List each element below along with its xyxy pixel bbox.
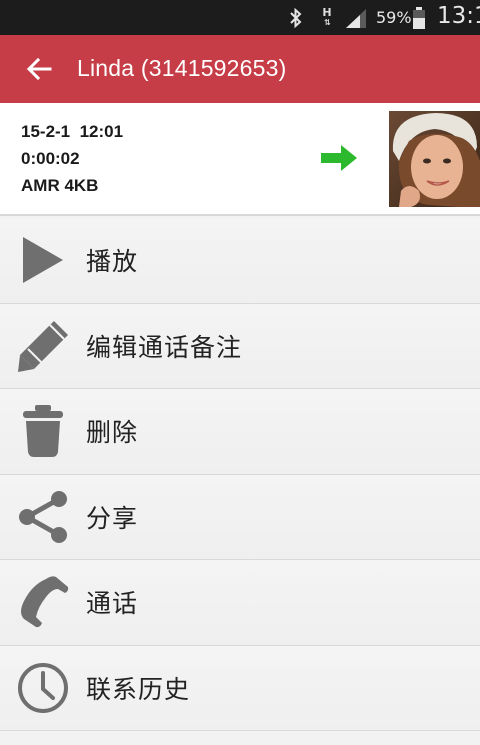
back-arrow-icon[interactable] (22, 52, 56, 86)
play-icon (16, 233, 70, 287)
recording-duration: 0:00:02 (21, 149, 80, 168)
action-menu: 播放 编辑通话备注 删除 分享 通话 联系历史 (0, 218, 480, 731)
menu-item-label: 通话 (86, 589, 139, 619)
menu-item-edit-note[interactable]: 编辑通话备注 (0, 303, 480, 389)
phone-icon (16, 575, 70, 629)
outgoing-arrow-icon (321, 145, 357, 175)
status-bar: H ⇅ 59% 13:1 (0, 0, 480, 35)
contact-photo[interactable] (389, 111, 480, 207)
app-header: Linda (3141592653) (0, 35, 480, 103)
pencil-icon (16, 319, 70, 373)
network-type-label: H (322, 5, 332, 19)
signal-icon (343, 0, 369, 35)
battery-icon (409, 0, 429, 35)
bluetooth-icon (284, 0, 308, 35)
recording-format: AMR 4KB (21, 176, 99, 195)
menu-item-contact-history[interactable]: 联系历史 (0, 645, 480, 731)
menu-item-share[interactable]: 分享 (0, 474, 480, 560)
recording-date: 15-2-1 12:01 (21, 122, 124, 141)
trash-icon (16, 404, 70, 458)
share-icon (16, 490, 70, 544)
menu-item-label: 分享 (86, 503, 139, 533)
menu-item-label: 删除 (86, 418, 139, 448)
network-h-icon: H ⇅ (322, 5, 332, 27)
page-title: Linda (3141592653) (77, 55, 287, 81)
menu-item-play[interactable]: 播放 (0, 218, 480, 304)
clock-icon (16, 661, 70, 715)
menu-item-label: 播放 (86, 247, 139, 277)
menu-item-label: 编辑通话备注 (86, 332, 243, 362)
menu-item-delete[interactable]: 删除 (0, 389, 480, 475)
menu-item-label: 联系历史 (86, 674, 191, 704)
menu-item-call[interactable]: 通话 (0, 560, 480, 646)
clock-time: 13:1 (437, 3, 480, 29)
battery-percent: 59% (376, 8, 412, 27)
